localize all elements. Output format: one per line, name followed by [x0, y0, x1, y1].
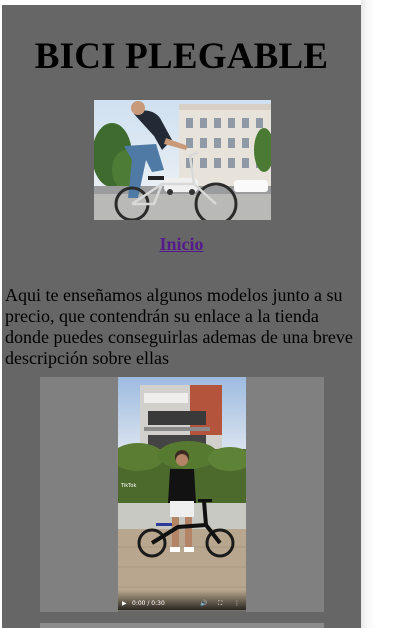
- home-link[interactable]: Inicio: [2, 234, 361, 255]
- page-container: BICI PLEGABLE Inicio Aqui te enseñamos a…: [2, 5, 361, 628]
- page-title: BICI PLEGABLE: [34, 36, 329, 77]
- volume-icon[interactable]: 🔊: [200, 600, 207, 608]
- video-frame: [118, 377, 246, 612]
- video-panel: TikTok ▶ 0:00 / 0:30 🔊 ⛶ ⋮: [40, 377, 324, 612]
- intro-paragraph: Aqui te enseñamos algunos modelos junto …: [5, 285, 353, 368]
- video-progress-bar[interactable]: [118, 610, 246, 612]
- time-display: 0:00 / 0:30: [132, 600, 165, 607]
- video-player[interactable]: TikTok ▶ 0:00 / 0:30 🔊 ⛶ ⋮: [118, 377, 246, 612]
- more-options-icon[interactable]: ⋮: [234, 600, 240, 608]
- next-video-panel: [40, 623, 324, 628]
- fullscreen-icon[interactable]: ⛶: [218, 600, 222, 608]
- window-margin: [361, 0, 407, 628]
- hero-image: [94, 100, 271, 220]
- play-icon[interactable]: ▶: [122, 600, 127, 608]
- video-controls: ▶ 0:00 / 0:30 🔊 ⛶ ⋮: [118, 590, 246, 612]
- tiktok-watermark: TikTok: [121, 483, 137, 489]
